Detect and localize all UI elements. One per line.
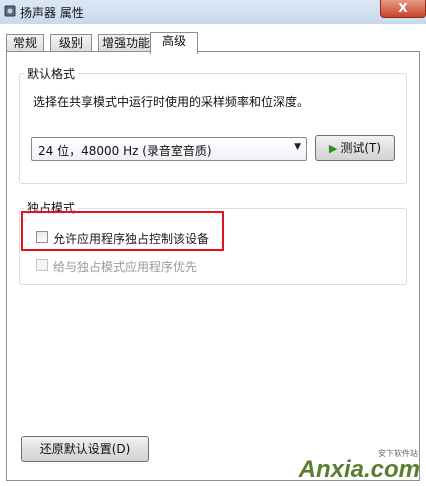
highlight-annotation-box [21, 211, 224, 251]
tab-levels[interactable]: 级别 [50, 34, 92, 52]
chevron-down-icon: ▼ [294, 142, 301, 152]
default-format-description: 选择在共享模式中运行时使用的采样频率和位深度。 [33, 95, 310, 109]
window-title: 扬声器 属性 [20, 6, 84, 20]
default-format-group [19, 73, 407, 184]
close-button[interactable]: X [380, 0, 426, 18]
format-select[interactable]: 24 位，48000 Hz (录音室音质) ▼ [31, 137, 307, 161]
format-select-value: 24 位，48000 Hz (录音室音质) [38, 144, 212, 158]
restore-defaults-button[interactable]: 还原默认设置(D) [21, 436, 149, 462]
advanced-tab-panel: 默认格式 选择在共享模式中运行时使用的采样频率和位深度。 24 位，48000 … [6, 51, 420, 481]
speaker-icon [4, 5, 16, 17]
play-icon: ▶ [328, 142, 338, 155]
tab-advanced[interactable]: 高级 [150, 32, 198, 54]
tab-enhancements[interactable]: 增强功能 [98, 34, 154, 52]
default-format-label: 默认格式 [24, 65, 79, 82]
title-bar: 扬声器 属性 X [0, 0, 426, 24]
test-button[interactable]: ▶ 测试(T) [315, 135, 395, 161]
exclusive-priority-checkbox[interactable] [36, 259, 48, 271]
site-watermark: 安下软件站 Anxia.com [298, 449, 420, 484]
tab-general[interactable]: 常规 [6, 34, 44, 52]
watermark-logo: Anxia.com [298, 456, 420, 483]
exclusive-priority-label[interactable]: 给与独占模式应用程序优先 [53, 258, 197, 275]
test-button-label: 测试(T) [340, 141, 382, 155]
exclusive-priority-row[interactable]: 给与独占模式应用程序优先 [36, 258, 216, 274]
